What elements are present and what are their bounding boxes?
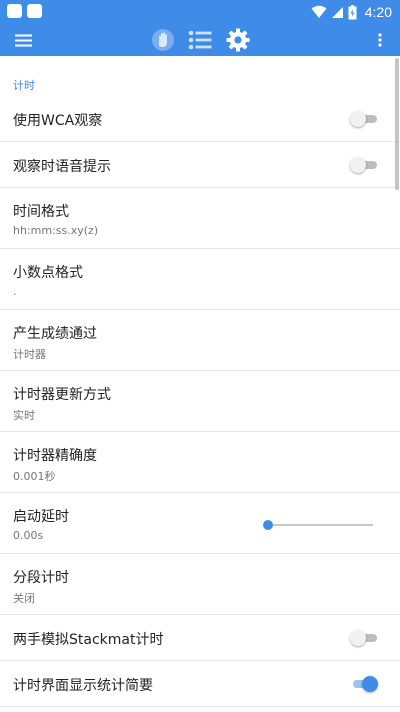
pref-summary: 计时器 (13, 348, 46, 361)
tab-settings[interactable] (222, 24, 254, 56)
gear-icon (226, 28, 250, 52)
pref-title: 时间格式 (13, 204, 69, 220)
menu-icon (14, 34, 32, 46)
status-bar: 4:20 (0, 0, 400, 24)
notification-icons (7, 4, 42, 18)
tab-timer[interactable] (147, 24, 179, 56)
pref-timer-precision[interactable]: 计时器精确度 0.001秒 (0, 432, 400, 493)
pref-summary: hh:mm:ss.xy(z) (13, 224, 99, 237)
pref-title: 计时器精确度 (13, 448, 97, 464)
clock: 4:20 (364, 4, 392, 20)
status-icons: 4:20 (311, 2, 392, 22)
pref-timer-update[interactable]: 计时器更新方式 实时 (0, 371, 400, 432)
battery-icon (348, 4, 357, 19)
wifi-icon (311, 5, 327, 18)
notification-square-icon (27, 4, 42, 18)
pref-summary: 0.00s (13, 529, 44, 542)
pref-summary: 0.001秒 (13, 470, 56, 483)
pref-summary: 关闭 (13, 592, 35, 605)
notification-square-icon (7, 4, 22, 18)
pref-title: 产生成绩通过 (13, 326, 97, 342)
signal-icon (331, 6, 343, 18)
pref-decimal-format[interactable]: 小数点格式 . (0, 249, 400, 310)
slider-thumb[interactable] (263, 520, 273, 530)
inspection-voice-switch[interactable] (350, 157, 378, 173)
wca-inspection-switch[interactable] (350, 111, 378, 127)
pref-title: 计时器更新方式 (13, 387, 111, 403)
more-options-button[interactable] (366, 24, 394, 56)
start-delay-slider[interactable] (263, 520, 375, 530)
pref-title: 启动延时 (13, 509, 69, 525)
pref-use-wca-inspection[interactable]: 使用WCA观察 (0, 96, 400, 142)
pref-title: 使用WCA观察 (13, 113, 103, 129)
list-icon (188, 30, 212, 50)
tab-list[interactable] (184, 24, 216, 56)
pref-start-delay[interactable]: 启动延时 0.00s (0, 493, 400, 554)
pref-title: 观察时语音提示 (13, 159, 111, 175)
pref-show-stats[interactable]: 计时界面显示统计简要 (0, 661, 400, 707)
pref-title: 小数点格式 (13, 265, 83, 281)
pref-summary: . (13, 285, 17, 298)
pref-split-timing[interactable]: 分段计时 关闭 (0, 554, 400, 615)
switch-thumb (350, 630, 366, 646)
pref-title: 分段计时 (13, 570, 69, 586)
pref-result-source[interactable]: 产生成绩通过 计时器 (0, 310, 400, 371)
menu-button[interactable] (10, 24, 36, 56)
timer-hand-icon (152, 29, 174, 51)
section-header-timer: 计时 (13, 79, 35, 92)
switch-thumb (362, 676, 378, 692)
pref-title: 两手模拟Stackmat计时 (13, 632, 164, 648)
more-vert-icon (378, 33, 382, 47)
stackmat-switch[interactable] (350, 630, 378, 646)
pref-inspection-voice[interactable]: 观察时语音提示 (0, 142, 400, 188)
switch-thumb (350, 111, 366, 127)
pref-summary: 实时 (13, 409, 35, 422)
app-bar (0, 24, 400, 56)
show-stats-switch[interactable] (350, 676, 378, 692)
pref-title: 计时界面显示统计简要 (13, 678, 153, 694)
switch-thumb (350, 157, 366, 173)
settings-list[interactable]: 计时 使用WCA观察 观察时语音提示 时间格式 hh:mm:ss.xy(z) 小… (0, 56, 400, 712)
scrollbar[interactable] (395, 58, 399, 190)
pref-time-format[interactable]: 时间格式 hh:mm:ss.xy(z) (0, 188, 400, 249)
slider-track (267, 524, 373, 526)
pref-stackmat-simulation[interactable]: 两手模拟Stackmat计时 (0, 615, 400, 661)
